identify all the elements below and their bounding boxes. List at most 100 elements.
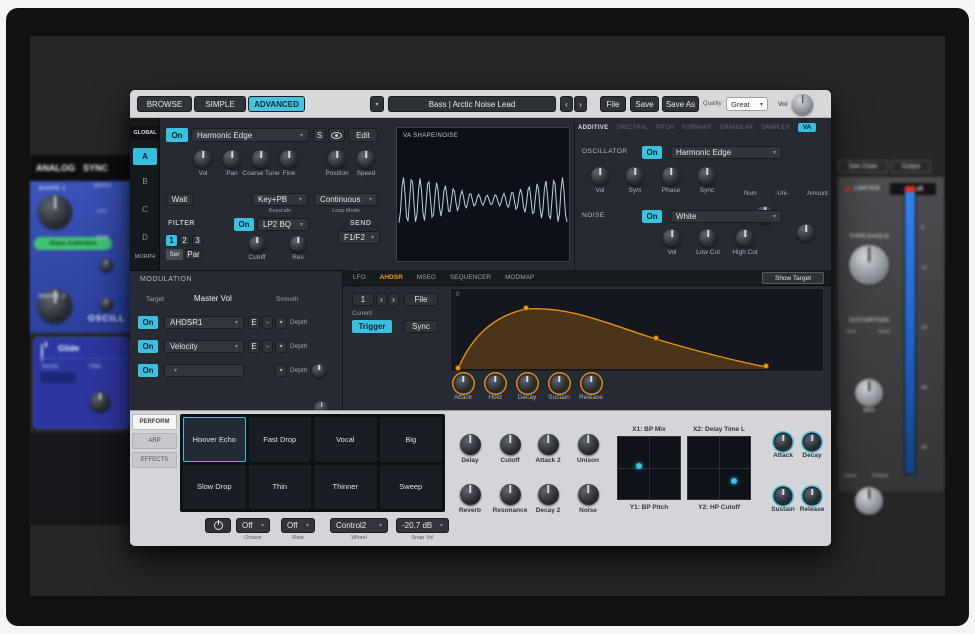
source-on-toggle[interactable]: On: [166, 128, 188, 142]
tab-arp[interactable]: ARP: [132, 433, 177, 449]
keyscale-select[interactable]: Key+PB: [252, 193, 308, 206]
knob[interactable]: [626, 167, 644, 185]
osc-vol-knob[interactable]: Vol: [580, 167, 620, 194]
wait-button[interactable]: Wait: [166, 193, 193, 206]
tab-source-d[interactable]: D: [133, 230, 157, 245]
osc-type-select[interactable]: Harmonic Edge: [670, 146, 782, 159]
filter-type-select[interactable]: LP2 BQ: [257, 218, 309, 231]
trigger-mode-button[interactable]: Trigger: [352, 320, 392, 333]
tab-global[interactable]: GLOBAL: [130, 126, 160, 140]
xy2-dot[interactable]: [731, 478, 737, 484]
envelope-index-display[interactable]: 1: [352, 293, 374, 306]
knob[interactable]: [519, 375, 536, 392]
knob[interactable]: [538, 484, 559, 505]
knob[interactable]: [699, 229, 717, 247]
knob[interactable]: [698, 167, 716, 185]
knob[interactable]: [663, 229, 681, 247]
perform-release-knob[interactable]: Release: [795, 488, 829, 513]
source-select[interactable]: Harmonic Edge: [191, 128, 309, 142]
filter-parallel-button[interactable]: Par: [185, 249, 202, 260]
knob[interactable]: [194, 150, 212, 168]
snapshot-sweep[interactable]: Sweep: [380, 465, 443, 510]
knob[interactable]: [280, 150, 298, 168]
noise-highcut-knob[interactable]: High Cut: [725, 229, 765, 256]
filter-on-toggle[interactable]: On: [234, 218, 254, 231]
power-icon[interactable]: [41, 343, 43, 362]
mod-row1-minus-button[interactable]: -: [262, 316, 273, 329]
file-button[interactable]: File: [600, 96, 626, 112]
master-vol-knob[interactable]: [792, 94, 813, 115]
send-dest-select[interactable]: F1/F2: [338, 231, 380, 244]
knob[interactable]: [455, 375, 472, 392]
snapshot-power-button[interactable]: [205, 518, 231, 533]
tab-formant[interactable]: FORMANT: [682, 125, 712, 131]
mod-row2-on-toggle[interactable]: On: [138, 340, 158, 353]
mod-row2-source-select[interactable]: Velocity: [164, 340, 244, 353]
knob[interactable]: [460, 434, 481, 455]
tab-va[interactable]: VA: [798, 123, 817, 132]
output-button[interactable]: Output: [891, 160, 931, 173]
envelope-file-button[interactable]: File: [404, 293, 438, 306]
xy-pad-1[interactable]: [617, 436, 681, 500]
show-target-button[interactable]: Show Target: [762, 272, 824, 284]
knob[interactable]: [775, 488, 791, 504]
mod-row2-curve-select[interactable]: [275, 340, 287, 353]
knob[interactable]: [500, 434, 521, 455]
envelope-point[interactable]: [523, 305, 529, 311]
tab-mseg[interactable]: MSEG: [417, 274, 436, 281]
knob[interactable]: [578, 434, 599, 455]
knob[interactable]: [538, 434, 559, 455]
preset-name-display[interactable]: Bass | Arctic Noise Lead: [388, 96, 556, 112]
filter-serial-button[interactable]: Ser: [166, 249, 183, 260]
time-knob[interactable]: [90, 392, 110, 412]
envelope-next-button[interactable]: ›: [388, 293, 399, 306]
perform-attack2-knob[interactable]: Attack 2: [528, 434, 568, 464]
perform-delay-knob[interactable]: Delay: [450, 434, 490, 464]
knob[interactable]: [551, 375, 568, 392]
knob[interactable]: [804, 488, 820, 504]
mod-row2-e-button[interactable]: E: [248, 340, 260, 353]
knob[interactable]: [252, 150, 270, 168]
source-fine-knob[interactable]: Fine: [269, 150, 309, 177]
tab-perform[interactable]: PERFORM: [132, 414, 177, 430]
knob[interactable]: [249, 236, 265, 252]
preview-button[interactable]: [328, 128, 345, 142]
save-button[interactable]: Save: [630, 96, 659, 112]
mod-row3-on-toggle[interactable]: On: [138, 364, 158, 377]
knob[interactable]: [290, 236, 306, 252]
filter-cutoff-knob[interactable]: Cutoff: [237, 236, 277, 261]
mod-row3-curve-select[interactable]: [275, 364, 287, 377]
snapshot-hoover-echo[interactable]: Hoover Echo: [183, 417, 246, 462]
snapshot-thinner[interactable]: Thinner: [314, 465, 377, 510]
knob[interactable]: [578, 484, 599, 505]
tab-advanced[interactable]: ADVANCED: [248, 96, 305, 112]
knob[interactable]: [500, 484, 521, 505]
osc-on-toggle[interactable]: On: [642, 146, 662, 159]
knob[interactable]: [328, 150, 346, 168]
tab-source-b[interactable]: B: [133, 174, 157, 189]
perform-reverb-knob[interactable]: Reverb: [450, 484, 490, 514]
tab-pitch[interactable]: PITCH: [656, 125, 674, 131]
snapshot-big[interactable]: Big: [380, 417, 443, 462]
knob[interactable]: [775, 434, 791, 450]
envelope-point[interactable]: [455, 365, 461, 371]
quality-select[interactable]: Great: [726, 97, 768, 111]
knob[interactable]: [591, 167, 609, 185]
perform-decay2-knob[interactable]: Decay 2: [528, 484, 568, 514]
snapshot-fast-drop[interactable]: Fast Drop: [249, 417, 312, 462]
preset-menu-button[interactable]: [370, 96, 384, 112]
tab-source-a[interactable]: A: [133, 148, 157, 165]
snapshot-thin[interactable]: Thin: [249, 465, 312, 510]
modulator-knob[interactable]: [100, 259, 113, 272]
mod-row1-source-select[interactable]: AHDSR1: [164, 316, 244, 329]
mod-target-value[interactable]: Master Vol: [194, 294, 232, 303]
osc-phase-knob[interactable]: Phase: [651, 167, 691, 194]
knob[interactable]: [804, 434, 820, 450]
tab-granular[interactable]: GRANULAR: [720, 125, 753, 131]
tab-effects[interactable]: EFFECTS: [132, 452, 177, 468]
lfo-knob[interactable]: [100, 298, 113, 311]
threshold-knob[interactable]: [849, 245, 889, 285]
tab-spectral[interactable]: SPECTRAL: [616, 125, 648, 131]
side-chain-button[interactable]: Side Chain: [838, 160, 888, 173]
tab-browse[interactable]: BROWSE: [137, 96, 192, 112]
